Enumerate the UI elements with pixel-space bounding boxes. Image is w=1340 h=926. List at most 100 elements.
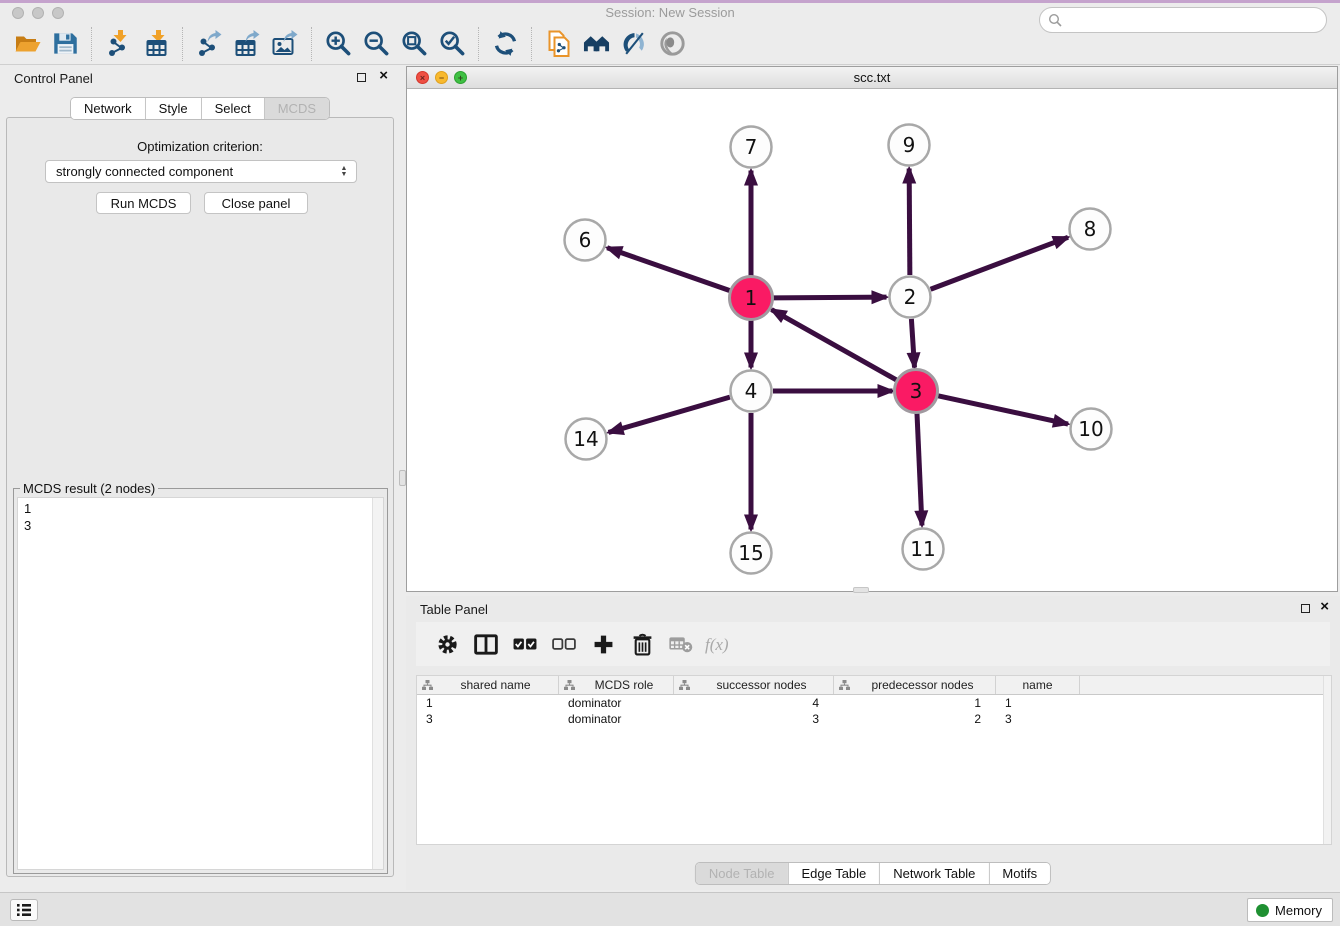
graph-node-4[interactable]: 4 (731, 371, 772, 412)
trash-icon (632, 633, 653, 656)
apply-layout-button[interactable] (486, 26, 524, 62)
graph-node-10[interactable]: 10 (1071, 409, 1112, 450)
export-image-icon (272, 30, 299, 57)
hide-all-columns-button[interactable] (549, 629, 579, 659)
horizontal-splitter-handle[interactable] (853, 587, 869, 593)
split-panel-button[interactable] (471, 629, 501, 659)
graph-edge-2-3[interactable] (911, 319, 914, 368)
table-cell[interactable]: 4 (674, 696, 834, 710)
save-session-button[interactable] (46, 26, 84, 62)
graph-edge-3-11[interactable] (917, 413, 922, 526)
run-mcds-button[interactable]: Run MCDS (96, 192, 191, 214)
table-cell[interactable]: 2 (834, 712, 996, 726)
zoom-fit-button[interactable] (395, 26, 433, 62)
table-cell[interactable]: 3 (996, 712, 1080, 726)
graph-edge-4-14[interactable] (609, 397, 730, 432)
column-header-shared-name[interactable]: shared name (417, 676, 559, 694)
toolbar-separator (311, 27, 312, 61)
table-tabs: Node TableEdge TableNetwork TableMotifs (695, 862, 1051, 885)
float-table-panel-icon[interactable] (1301, 604, 1310, 613)
import-table-icon (143, 30, 170, 57)
refresh-icon (492, 30, 519, 57)
folder-open-icon (14, 30, 41, 57)
table-cell[interactable]: 1 (996, 696, 1080, 710)
application-window: Session: New Session Control Panel × Net… (0, 0, 1340, 926)
table-scrollbar[interactable] (1323, 676, 1331, 844)
column-header-predecessor-nodes[interactable]: predecessor nodes (834, 676, 996, 694)
table-panel-title: Table Panel (420, 602, 488, 617)
import-network-button[interactable] (99, 26, 137, 62)
column-header-successor-nodes[interactable]: successor nodes (674, 676, 834, 694)
vertical-splitter-handle[interactable] (399, 470, 406, 486)
result-scrollbar[interactable] (372, 498, 383, 869)
table-cell[interactable]: 1 (417, 696, 559, 710)
tab-style[interactable]: Style (145, 98, 201, 119)
mcds-result-text-area[interactable]: 1 3 (17, 497, 384, 870)
table-settings-button[interactable] (432, 629, 462, 659)
graph-edge-3-1[interactable] (771, 310, 896, 381)
graph-node-15[interactable]: 15 (731, 533, 772, 574)
search-input[interactable] (1039, 7, 1327, 33)
tab-edge-table[interactable]: Edge Table (787, 863, 879, 884)
birds-eye-view-button[interactable] (653, 26, 691, 62)
graph-node-14[interactable]: 14 (566, 419, 607, 460)
table-row[interactable]: 1dominator411 (417, 695, 1331, 711)
tab-motifs[interactable]: Motifs (988, 863, 1050, 884)
zoom-in-button[interactable] (319, 26, 357, 62)
tab-mcds[interactable]: MCDS (264, 98, 329, 119)
create-column-button[interactable] (588, 629, 618, 659)
graph-node-9[interactable]: 9 (889, 125, 930, 166)
show-all-columns-button[interactable] (510, 629, 540, 659)
table-row[interactable]: 3dominator323 (417, 711, 1331, 727)
mcds-result-box: MCDS result (2 nodes) 1 3 (13, 488, 388, 874)
graph-node-2[interactable]: 2 (890, 277, 931, 318)
graph-node-3[interactable]: 3 (895, 370, 938, 413)
checks-icon (513, 638, 537, 650)
memory-button[interactable]: Memory (1247, 898, 1333, 922)
export-image-button[interactable] (266, 26, 304, 62)
mcds-result-values: 1 3 (18, 498, 383, 536)
clone-network-button[interactable] (539, 26, 577, 62)
graph-edge-3-10[interactable] (937, 396, 1068, 424)
graph-edge-1-6[interactable] (607, 248, 730, 291)
graph-edge-2-9[interactable] (909, 168, 910, 275)
tab-network-table[interactable]: Network Table (879, 863, 988, 884)
hide-graphics-details-button[interactable] (615, 26, 653, 62)
column-header-mcds-role[interactable]: MCDS role (559, 676, 674, 694)
column-header-name[interactable]: name (996, 676, 1080, 694)
tab-select[interactable]: Select (201, 98, 264, 119)
import-table-button[interactable] (137, 26, 175, 62)
network-window-titlebar[interactable]: × − + scc.txt (407, 67, 1337, 89)
close-panel-icon[interactable]: × (379, 68, 388, 84)
column-header-label: MCDS role (575, 678, 673, 692)
zoom-out-button[interactable] (357, 26, 395, 62)
zoom-selected-button[interactable] (433, 26, 471, 62)
graph-node-7[interactable]: 7 (731, 127, 772, 168)
export-network-button[interactable] (190, 26, 228, 62)
graph-node-11[interactable]: 11 (903, 529, 944, 570)
table-cell[interactable]: 1 (834, 696, 996, 710)
tab-node-table[interactable]: Node Table (696, 863, 788, 884)
close-panel-button[interactable]: Close panel (204, 192, 308, 214)
graph-node-1[interactable]: 1 (730, 277, 773, 320)
graph-node-8[interactable]: 8 (1070, 209, 1111, 250)
show-networks-home-button[interactable] (577, 26, 615, 62)
table-cell[interactable]: dominator (559, 712, 674, 726)
table-cell[interactable]: dominator (559, 696, 674, 710)
graph-edge-2-8[interactable] (931, 237, 1068, 289)
network-canvas[interactable]: 7 9 6 8 1 2 4 3 14 10 15 11 (407, 89, 1337, 591)
tab-network[interactable]: Network (71, 98, 145, 119)
float-panel-icon[interactable] (357, 73, 366, 82)
task-history-button[interactable] (10, 899, 38, 921)
node-label: 11 (910, 537, 935, 561)
optimization-criterion-dropdown[interactable]: strongly connected component ▲▼ (45, 160, 357, 183)
table-cell[interactable]: 3 (674, 712, 834, 726)
graph-edge-1-2[interactable] (773, 297, 887, 298)
graph-node-6[interactable]: 6 (565, 220, 606, 261)
export-table-button[interactable] (228, 26, 266, 62)
table-cell[interactable]: 3 (417, 712, 559, 726)
close-table-panel-icon[interactable]: × (1320, 599, 1329, 615)
delete-columns-button[interactable] (627, 629, 657, 659)
optimization-criterion-label: Optimization criterion: (7, 139, 393, 154)
open-session-button[interactable] (8, 26, 46, 62)
